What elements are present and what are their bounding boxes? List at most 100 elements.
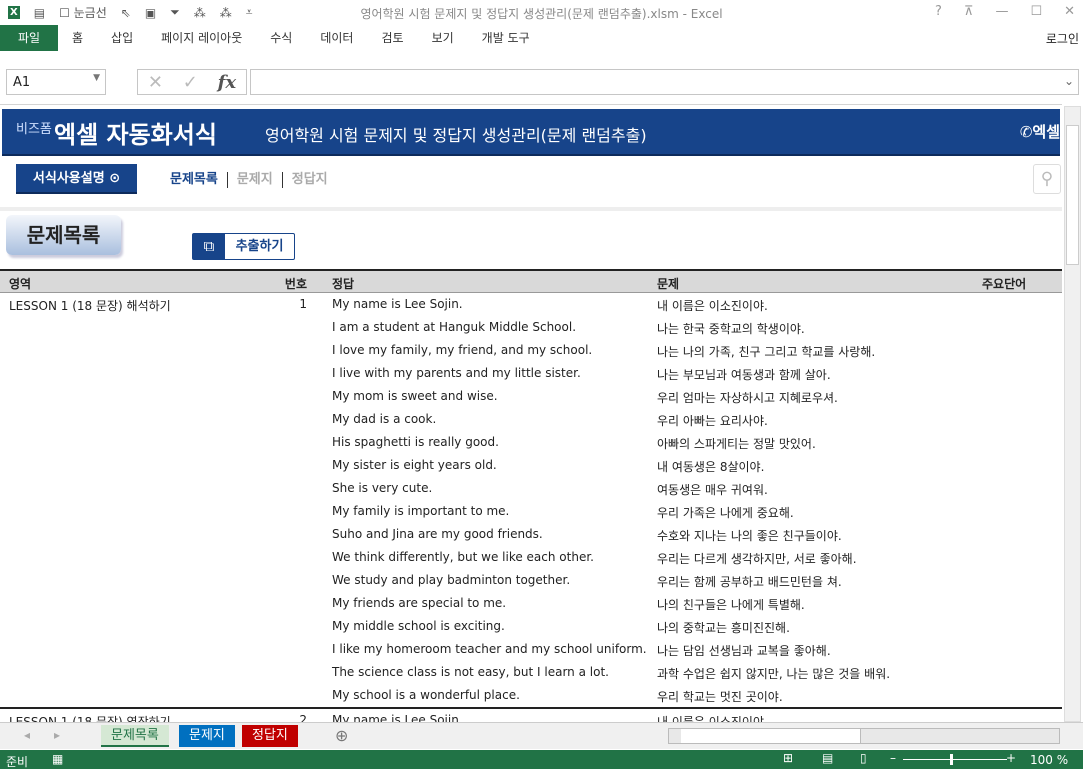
question-cell[interactable]: 우리 학교는 멋진 곳이야.	[657, 688, 783, 705]
scroll-thumb[interactable]	[1066, 125, 1079, 265]
chevron-down-icon[interactable]: ▼	[93, 73, 100, 83]
zoom-level[interactable]: 100 %	[1030, 753, 1068, 767]
help-icon[interactable]: ?	[935, 4, 942, 19]
question-cell[interactable]: 나의 친구들은 나에게 특별해.	[657, 596, 805, 613]
table-row[interactable]: My mom is sweet and wise. 우리 엄마는 자상하시고 지혜…	[0, 385, 1062, 408]
table-row[interactable]: I live with my parents and my little sis…	[0, 362, 1062, 385]
tab-data[interactable]: 데이터	[306, 25, 367, 51]
login-link[interactable]: 로그인	[1046, 30, 1079, 47]
picture-icon[interactable]: ▣	[145, 6, 156, 20]
table-row[interactable]: The science class is not easy, but I lea…	[0, 661, 1062, 684]
ribbon-display-icon[interactable]: ⊼	[964, 4, 974, 19]
table-row[interactable]: My family is important to me. 우리 가족은 나에게 …	[0, 500, 1062, 523]
answer-cell[interactable]: I live with my parents and my little sis…	[332, 366, 581, 380]
page-break-view-icon[interactable]: ▯	[860, 751, 867, 765]
table-row[interactable]: I am a student at Hanguk Middle School. 나…	[0, 316, 1062, 339]
gridlines-checkbox[interactable]: ☐ 눈금선	[59, 4, 107, 21]
number-cell[interactable]: 1	[270, 297, 307, 311]
normal-view-icon[interactable]: ⊞	[783, 751, 793, 765]
scroll-right-icon[interactable]: ▸	[54, 728, 60, 742]
table-row[interactable]: My middle school is exciting. 나의 중학교는 흥미진…	[0, 615, 1062, 638]
question-cell[interactable]: 나는 한국 중학교의 학생이야.	[657, 320, 805, 337]
extract-button[interactable]: ⧉ 추출하기	[192, 233, 295, 260]
table-row[interactable]: I like my homeroom teacher and my school…	[0, 638, 1062, 661]
answer-cell[interactable]: My friends are special to me.	[332, 596, 506, 610]
question-cell[interactable]: 수호와 지나는 나의 좋은 친구들이야.	[657, 527, 842, 544]
clear-filter-icon[interactable]: ⏷	[170, 5, 180, 20]
answer-cell[interactable]: I love my family, my friend, and my scho…	[332, 343, 592, 357]
table-row[interactable]: My sister is eight years old. 내 여동생은 8살이야…	[0, 454, 1062, 477]
freeze-panes-icon[interactable]: ▤	[34, 6, 45, 20]
cancel-icon[interactable]: ✕	[148, 72, 163, 93]
horizontal-scrollbar[interactable]	[668, 728, 1060, 744]
enter-icon[interactable]: ✓	[183, 72, 198, 93]
answer-cell[interactable]: My name is Lee Sojin.	[332, 713, 463, 722]
question-cell[interactable]: 내 이름은 이소진이야.	[657, 297, 768, 314]
search-icon[interactable]: ⚲	[1033, 164, 1061, 194]
answer-cell[interactable]: I am a student at Hanguk Middle School.	[332, 320, 576, 334]
tab-insert[interactable]: 삽입	[97, 25, 147, 51]
area-cell[interactable]: LESSON 1 (18 문장) 해석하기	[9, 297, 171, 314]
trace-precedents-icon[interactable]: ⁂	[194, 6, 206, 20]
worksheet[interactable]: 비즈폼 엑셀 자동화서식 영어학원 시험 문제지 및 정답지 생성관리(문제 랜…	[0, 104, 1062, 722]
table-row[interactable]: My dad is a cook. 우리 아빠는 요리사야.	[0, 408, 1062, 431]
sheet-tab-question-list[interactable]: 문제목록	[101, 725, 169, 747]
table-row[interactable]: My friends are special to me. 나의 친구들은 나에게…	[0, 592, 1062, 615]
answer-cell[interactable]: My middle school is exciting.	[332, 619, 505, 633]
table-row[interactable]: LESSON 1 (18 문장) 해석하기 1 My name is Lee Soj…	[0, 293, 1062, 316]
answer-cell[interactable]: The science class is not easy, but I lea…	[332, 665, 609, 679]
question-cell[interactable]: 우리는 다르게 생각하지만, 서로 좋아해.	[657, 550, 857, 567]
nav-item-question-sheet[interactable]: 문제지	[226, 172, 282, 188]
question-cell[interactable]: 과학 수업은 쉽지 않지만, 나는 많은 것을 배워.	[657, 665, 890, 682]
area-cell[interactable]: LESSON 1 (18 문장) 영작하기	[9, 713, 171, 722]
zoom-slider-thumb[interactable]	[950, 754, 953, 765]
nav-item-question-list[interactable]: 문제목록	[170, 172, 227, 188]
question-cell[interactable]: 나의 중학교는 흥미진진해.	[657, 619, 790, 636]
nav-item-answer-sheet[interactable]: 정답지	[281, 172, 337, 188]
select-objects-icon[interactable]: ⇖	[121, 6, 131, 20]
tab-developer[interactable]: 개발 도구	[468, 25, 544, 51]
question-cell[interactable]: 여동생은 매우 귀여워.	[657, 481, 768, 498]
sheet-tab-question-sheet[interactable]: 문제지	[179, 725, 235, 747]
minimize-icon[interactable]: —	[995, 4, 1008, 19]
question-cell[interactable]: 우리 아빠는 요리사야.	[657, 412, 768, 429]
question-cell[interactable]: 내 여동생은 8살이야.	[657, 458, 764, 475]
sheet-tab-answer-sheet[interactable]: 정답지	[242, 725, 298, 747]
tab-formulas[interactable]: 수식	[256, 25, 306, 51]
question-cell[interactable]: 나는 담임 선생님과 교복을 좋아해.	[657, 642, 831, 659]
scroll-left-icon[interactable]: ◂	[24, 728, 30, 742]
answer-cell[interactable]: My sister is eight years old.	[332, 458, 497, 472]
expand-formula-icon[interactable]: ⌄	[1064, 74, 1074, 88]
answer-cell[interactable]: We study and play badminton together.	[332, 573, 570, 587]
answer-cell[interactable]: His spaghetti is really good.	[332, 435, 499, 449]
maximize-icon[interactable]: ☐	[1030, 4, 1042, 19]
table-row[interactable]: We think differently, but we like each o…	[0, 546, 1062, 569]
zoom-in-icon[interactable]: +	[1006, 751, 1016, 765]
tab-review[interactable]: 검토	[367, 25, 417, 51]
question-cell[interactable]: 내 이름은 이소진이야.	[657, 713, 768, 722]
close-icon[interactable]: ✕	[1064, 4, 1075, 19]
answer-cell[interactable]: I like my homeroom teacher and my school…	[332, 642, 647, 656]
add-sheet-icon[interactable]: ⊕	[335, 726, 348, 745]
answer-cell[interactable]: She is very cute.	[332, 481, 432, 495]
table-row[interactable]: Suho and Jina are my good friends. 수호와 지나…	[0, 523, 1062, 546]
insert-function-icon[interactable]: fx	[218, 72, 236, 93]
scroll-thumb[interactable]	[681, 729, 861, 743]
answer-cell[interactable]: We think differently, but we like each o…	[332, 550, 594, 564]
trace-dependents-icon[interactable]: ⁂	[220, 6, 232, 20]
tab-file[interactable]: 파일	[0, 25, 58, 51]
answer-cell[interactable]: My school is a wonderful place.	[332, 688, 520, 702]
zoom-out-icon[interactable]: –	[890, 751, 896, 765]
tab-page-layout[interactable]: 페이지 레이아웃	[147, 25, 256, 51]
question-cell[interactable]: 아빠의 스파게티는 정말 맛있어.	[657, 435, 816, 452]
question-cell[interactable]: 우리 가족은 나에게 중요해.	[657, 504, 794, 521]
customize-qat-icon[interactable]: ⩡	[246, 5, 253, 20]
macro-record-icon[interactable]: ▦	[52, 752, 63, 766]
guide-button[interactable]: 서식사용설명 ⊙	[16, 164, 137, 194]
question-cell[interactable]: 나는 나의 가족, 친구 그리고 학교를 사랑해.	[657, 343, 875, 360]
answer-cell[interactable]: My dad is a cook.	[332, 412, 436, 426]
vertical-scrollbar[interactable]	[1064, 106, 1081, 722]
answer-cell[interactable]: My mom is sweet and wise.	[332, 389, 498, 403]
page-layout-view-icon[interactable]: ▤	[822, 751, 833, 765]
question-cell[interactable]: 우리 엄마는 자상하시고 지혜로우셔.	[657, 389, 838, 406]
